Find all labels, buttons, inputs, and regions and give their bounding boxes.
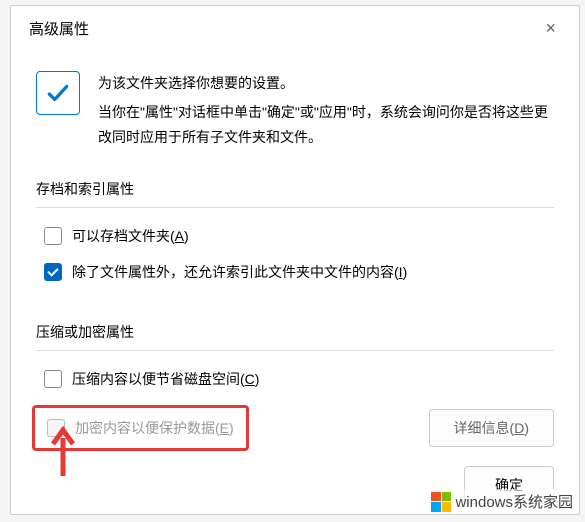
archive-checkbox-row[interactable]: 可以存档文件夹(A): [36, 226, 554, 246]
compress-label: 压缩内容以便节省磁盘空间(C): [72, 369, 259, 389]
windows-logo-icon: [431, 492, 451, 512]
dialog-content: 为该文件夹选择你想要的设置。 当你在"属性"对话框中单击"确定"或"应用"时，系…: [11, 53, 579, 451]
header-line1: 为该文件夹选择你想要的设置。: [98, 71, 554, 96]
header-line2: 当你在"属性"对话框中单击"确定"或"应用"时，系统会询问你是否将这些更改同时应…: [98, 100, 554, 150]
archive-label: 可以存档文件夹(A): [72, 226, 189, 246]
archive-checkbox[interactable]: [44, 227, 62, 245]
index-label: 除了文件属性外，还允许索引此文件夹中文件的内容(I): [72, 262, 407, 282]
advanced-attributes-dialog: 高级属性 × 为该文件夹选择你想要的设置。 当你在"属性"对话框中单击"确定"或…: [10, 5, 580, 515]
archive-index-group: 存档和索引属性 可以存档文件夹(A) 除了文件属性外，还允许索引此文件夹中文件的…: [36, 179, 554, 282]
compress-encrypt-group: 压缩或加密属性 压缩内容以便节省磁盘空间(C) 加密内容以便保护数据(E) 详细…: [36, 322, 554, 451]
encrypt-row: 加密内容以便保护数据(E) 详细信息(D): [36, 405, 554, 451]
arrow-annotation-icon: [49, 426, 77, 479]
divider: [36, 350, 554, 351]
dialog-title: 高级属性: [29, 18, 89, 39]
title-bar: 高级属性 ×: [11, 6, 579, 53]
archive-group-title: 存档和索引属性: [36, 179, 554, 199]
header-section: 为该文件夹选择你想要的设置。 当你在"属性"对话框中单击"确定"或"应用"时，系…: [36, 71, 554, 151]
checkmark-icon: [36, 71, 80, 115]
watermark-text: windows系统家园: [455, 491, 573, 512]
index-checkbox-row[interactable]: 除了文件属性外，还允许索引此文件夹中文件的内容(I): [36, 262, 554, 282]
watermark: windows系统家园: [427, 489, 577, 514]
close-icon[interactable]: ×: [537, 16, 564, 41]
compress-group-title: 压缩或加密属性: [36, 322, 554, 342]
details-button[interactable]: 详细信息(D): [429, 409, 554, 447]
index-checkbox[interactable]: [44, 263, 62, 281]
divider: [36, 207, 554, 208]
compress-checkbox-row[interactable]: 压缩内容以便节省磁盘空间(C): [36, 369, 554, 389]
encrypt-label: 加密内容以便保护数据(E): [75, 418, 234, 438]
header-text: 为该文件夹选择你想要的设置。 当你在"属性"对话框中单击"确定"或"应用"时，系…: [98, 71, 554, 151]
compress-checkbox[interactable]: [44, 370, 62, 388]
